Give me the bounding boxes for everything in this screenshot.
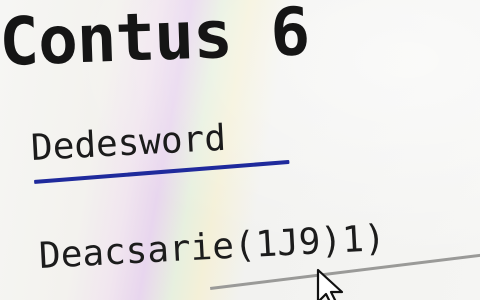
app-title: Contus 6: [0, 0, 311, 81]
screen: Contus 6 Dedesword Deacsarie(1J9)1): [0, 0, 480, 300]
section-link[interactable]: Dedesword: [30, 118, 227, 169]
mouse-pointer-icon: [316, 268, 344, 300]
